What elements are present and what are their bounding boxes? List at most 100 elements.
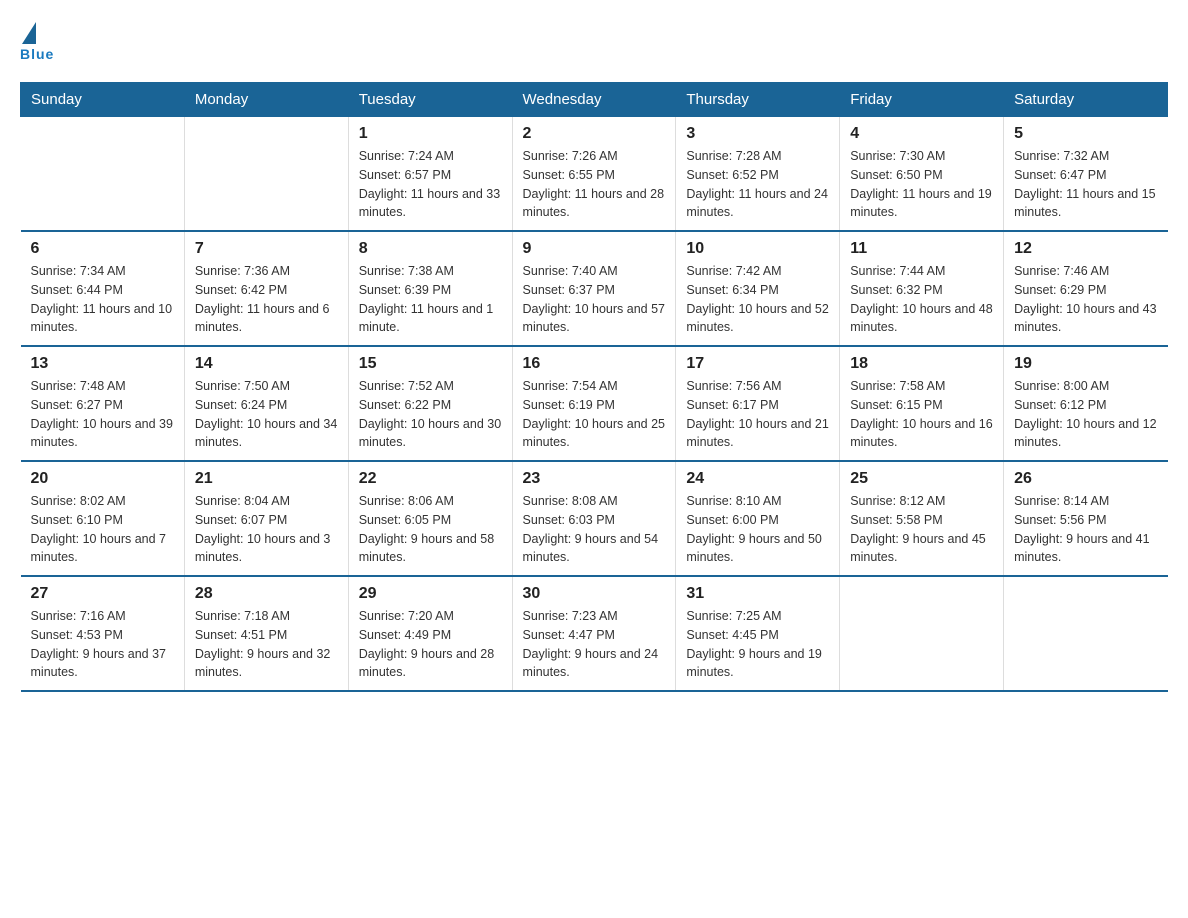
sun-info: Sunrise: 8:04 AMSunset: 6:07 PMDaylight:… bbox=[195, 492, 338, 567]
calendar-cell: 18 Sunrise: 7:58 AMSunset: 6:15 PMDayligh… bbox=[840, 346, 1004, 461]
day-of-week-header: Monday bbox=[184, 83, 348, 117]
calendar-cell: 14 Sunrise: 7:50 AMSunset: 6:24 PMDayligh… bbox=[184, 346, 348, 461]
day-number: 3 bbox=[686, 125, 829, 143]
sun-info: Sunrise: 7:20 AMSunset: 4:49 PMDaylight:… bbox=[359, 607, 502, 682]
calendar-cell: 20Sunrise: 8:02 AMSunset: 6:10 PMDayligh… bbox=[21, 461, 185, 576]
calendar-cell: 9Sunrise: 7:40 AMSunset: 6:37 PMDaylight… bbox=[512, 231, 676, 346]
logo-text bbox=[20, 20, 40, 44]
calendar-cell: 30 Sunrise: 7:23 AMSunset: 4:47 PMDayligh… bbox=[512, 576, 676, 691]
day-number: 29 bbox=[359, 585, 502, 603]
logo-triangle-icon bbox=[22, 22, 36, 44]
calendar-week-row: 20Sunrise: 8:02 AMSunset: 6:10 PMDayligh… bbox=[21, 461, 1168, 576]
day-number: 5 bbox=[1014, 125, 1157, 143]
calendar-cell: 31 Sunrise: 7:25 AMSunset: 4:45 PMDayligh… bbox=[676, 576, 840, 691]
sun-info: Sunrise: 7:30 AMSunset: 6:50 PMDaylight:… bbox=[850, 147, 993, 222]
calendar-cell: 26 Sunrise: 8:14 AMSunset: 5:56 PMDayligh… bbox=[1004, 461, 1168, 576]
calendar-cell: 15Sunrise: 7:52 AMSunset: 6:22 PMDayligh… bbox=[348, 346, 512, 461]
sun-info: Sunrise: 7:38 AMSunset: 6:39 PMDaylight:… bbox=[359, 262, 502, 337]
sun-info: Sunrise: 7:54 AMSunset: 6:19 PMDaylight:… bbox=[523, 377, 666, 452]
sun-info: Sunrise: 7:32 AMSunset: 6:47 PMDaylight:… bbox=[1014, 147, 1157, 222]
sun-info: Sunrise: 7:58 AMSunset: 6:15 PMDaylight:… bbox=[850, 377, 993, 452]
day-number: 30 bbox=[523, 585, 666, 603]
sun-info: Sunrise: 7:52 AMSunset: 6:22 PMDaylight:… bbox=[359, 377, 502, 452]
calendar-cell: 8 Sunrise: 7:38 AMSunset: 6:39 PMDaylight… bbox=[348, 231, 512, 346]
sun-info: Sunrise: 7:26 AMSunset: 6:55 PMDaylight:… bbox=[523, 147, 666, 222]
sun-info: Sunrise: 8:12 AMSunset: 5:58 PMDaylight:… bbox=[850, 492, 993, 567]
day-number: 23 bbox=[523, 470, 666, 488]
calendar-cell: 16 Sunrise: 7:54 AMSunset: 6:19 PMDayligh… bbox=[512, 346, 676, 461]
calendar-cell: 3 Sunrise: 7:28 AMSunset: 6:52 PMDaylight… bbox=[676, 117, 840, 232]
day-number: 10 bbox=[686, 240, 829, 258]
sun-info: Sunrise: 7:44 AMSunset: 6:32 PMDaylight:… bbox=[850, 262, 993, 337]
sun-info: Sunrise: 8:00 AMSunset: 6:12 PMDaylight:… bbox=[1014, 377, 1157, 452]
day-number: 22 bbox=[359, 470, 502, 488]
day-number: 12 bbox=[1014, 240, 1157, 258]
calendar-week-row: 13 Sunrise: 7:48 AMSunset: 6:27 PMDayligh… bbox=[21, 346, 1168, 461]
sun-info: Sunrise: 8:06 AMSunset: 6:05 PMDaylight:… bbox=[359, 492, 502, 567]
calendar-cell: 23 Sunrise: 8:08 AMSunset: 6:03 PMDayligh… bbox=[512, 461, 676, 576]
calendar-cell: 5 Sunrise: 7:32 AMSunset: 6:47 PMDaylight… bbox=[1004, 117, 1168, 232]
sun-info: Sunrise: 7:36 AMSunset: 6:42 PMDaylight:… bbox=[195, 262, 338, 337]
day-number: 25 bbox=[850, 470, 993, 488]
sun-info: Sunrise: 7:56 AMSunset: 6:17 PMDaylight:… bbox=[686, 377, 829, 452]
day-number: 27 bbox=[31, 585, 174, 603]
page-header: Blue bbox=[20, 20, 1168, 62]
calendar-cell: 7Sunrise: 7:36 AMSunset: 6:42 PMDaylight… bbox=[184, 231, 348, 346]
calendar-cell bbox=[840, 576, 1004, 691]
sun-info: Sunrise: 7:23 AMSunset: 4:47 PMDaylight:… bbox=[523, 607, 666, 682]
calendar-cell: 27 Sunrise: 7:16 AMSunset: 4:53 PMDayligh… bbox=[21, 576, 185, 691]
day-number: 1 bbox=[359, 125, 502, 143]
day-number: 2 bbox=[523, 125, 666, 143]
calendar-cell: 11 Sunrise: 7:44 AMSunset: 6:32 PMDayligh… bbox=[840, 231, 1004, 346]
day-number: 19 bbox=[1014, 355, 1157, 373]
sun-info: Sunrise: 7:18 AMSunset: 4:51 PMDaylight:… bbox=[195, 607, 338, 682]
day-number: 13 bbox=[31, 355, 174, 373]
day-number: 31 bbox=[686, 585, 829, 603]
day-number: 18 bbox=[850, 355, 993, 373]
calendar-cell: 2 Sunrise: 7:26 AMSunset: 6:55 PMDaylight… bbox=[512, 117, 676, 232]
sun-info: Sunrise: 7:16 AMSunset: 4:53 PMDaylight:… bbox=[31, 607, 174, 682]
day-of-week-header: Friday bbox=[840, 83, 1004, 117]
calendar-cell: 24 Sunrise: 8:10 AMSunset: 6:00 PMDayligh… bbox=[676, 461, 840, 576]
calendar-cell bbox=[1004, 576, 1168, 691]
calendar-cell: 21Sunrise: 8:04 AMSunset: 6:07 PMDayligh… bbox=[184, 461, 348, 576]
day-number: 11 bbox=[850, 240, 993, 258]
sun-info: Sunrise: 7:46 AMSunset: 6:29 PMDaylight:… bbox=[1014, 262, 1157, 337]
sun-info: Sunrise: 8:10 AMSunset: 6:00 PMDaylight:… bbox=[686, 492, 829, 567]
calendar-cell: 12 Sunrise: 7:46 AMSunset: 6:29 PMDayligh… bbox=[1004, 231, 1168, 346]
day-number: 14 bbox=[195, 355, 338, 373]
day-number: 17 bbox=[686, 355, 829, 373]
day-number: 26 bbox=[1014, 470, 1157, 488]
calendar-cell: 22 Sunrise: 8:06 AMSunset: 6:05 PMDayligh… bbox=[348, 461, 512, 576]
calendar-week-row: 6Sunrise: 7:34 AMSunset: 6:44 PMDaylight… bbox=[21, 231, 1168, 346]
calendar-cell bbox=[21, 117, 185, 232]
sun-info: Sunrise: 8:08 AMSunset: 6:03 PMDaylight:… bbox=[523, 492, 666, 567]
sun-info: Sunrise: 7:42 AMSunset: 6:34 PMDaylight:… bbox=[686, 262, 829, 337]
calendar-week-row: 27 Sunrise: 7:16 AMSunset: 4:53 PMDayligh… bbox=[21, 576, 1168, 691]
day-of-week-header: Saturday bbox=[1004, 83, 1168, 117]
day-number: 8 bbox=[359, 240, 502, 258]
day-number: 4 bbox=[850, 125, 993, 143]
days-of-week-row: SundayMondayTuesdayWednesdayThursdayFrid… bbox=[21, 83, 1168, 117]
calendar-cell: 4 Sunrise: 7:30 AMSunset: 6:50 PMDaylight… bbox=[840, 117, 1004, 232]
calendar-cell: 1 Sunrise: 7:24 AMSunset: 6:57 PMDaylight… bbox=[348, 117, 512, 232]
sun-info: Sunrise: 7:28 AMSunset: 6:52 PMDaylight:… bbox=[686, 147, 829, 222]
day-number: 16 bbox=[523, 355, 666, 373]
day-number: 24 bbox=[686, 470, 829, 488]
calendar-cell: 28 Sunrise: 7:18 AMSunset: 4:51 PMDayligh… bbox=[184, 576, 348, 691]
calendar-cell bbox=[184, 117, 348, 232]
calendar-cell: 6Sunrise: 7:34 AMSunset: 6:44 PMDaylight… bbox=[21, 231, 185, 346]
calendar-cell: 17 Sunrise: 7:56 AMSunset: 6:17 PMDayligh… bbox=[676, 346, 840, 461]
sun-info: Sunrise: 7:50 AMSunset: 6:24 PMDaylight:… bbox=[195, 377, 338, 452]
sun-info: Sunrise: 7:24 AMSunset: 6:57 PMDaylight:… bbox=[359, 147, 502, 222]
sun-info: Sunrise: 7:48 AMSunset: 6:27 PMDaylight:… bbox=[31, 377, 174, 452]
day-number: 28 bbox=[195, 585, 338, 603]
calendar-cell: 13 Sunrise: 7:48 AMSunset: 6:27 PMDayligh… bbox=[21, 346, 185, 461]
calendar-table: SundayMondayTuesdayWednesdayThursdayFrid… bbox=[20, 82, 1168, 692]
day-of-week-header: Thursday bbox=[676, 83, 840, 117]
day-number: 9 bbox=[523, 240, 666, 258]
day-number: 20 bbox=[31, 470, 174, 488]
sun-info: Sunrise: 7:25 AMSunset: 4:45 PMDaylight:… bbox=[686, 607, 829, 682]
sun-info: Sunrise: 7:34 AMSunset: 6:44 PMDaylight:… bbox=[31, 262, 174, 337]
sun-info: Sunrise: 8:14 AMSunset: 5:56 PMDaylight:… bbox=[1014, 492, 1157, 567]
